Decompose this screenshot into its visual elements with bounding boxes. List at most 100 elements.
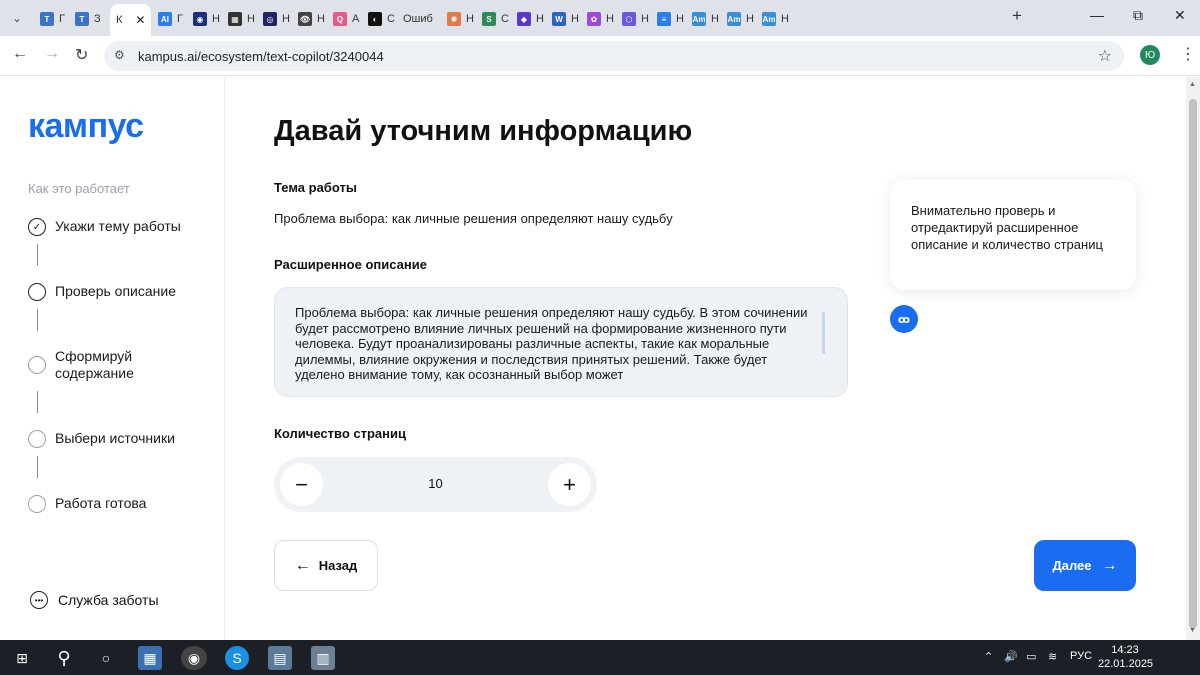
tab-favicon-icon: ◆ <box>517 12 531 26</box>
tab-label: С <box>501 13 509 25</box>
next-button[interactable]: Далее → <box>1034 540 1136 591</box>
step-connector <box>37 456 38 478</box>
tab-label: Г <box>177 13 183 25</box>
browser-tab[interactable]: ▦ Н <box>228 6 255 32</box>
tab-favicon-icon: ◐ <box>368 12 382 26</box>
step-sources: Выбери источники <box>28 430 175 448</box>
tab-label: Н <box>317 13 325 25</box>
tab-favicon-icon: S <box>482 12 496 26</box>
browser-tab[interactable]: ✺ Н <box>447 6 474 32</box>
url-text[interactable]: kampus.ai/ecosystem/text-copilot/3240044 <box>138 49 384 64</box>
step-label: Сформируй содержание <box>55 348 134 381</box>
hint-card: Внимательно проверь и отредактируй расши… <box>890 180 1136 290</box>
browser-tab-strip: ⌄ T Г T З К ✕ AI Г ◉ Н ▦ Н ◎ Н 👁 Н Q А ◐ С Ошиб ✺ Н S С ◆ Н W Н ✿ Н ⬡ Н ≡… <box>0 0 1200 36</box>
minimize-icon[interactable]: — <box>1090 7 1104 23</box>
back-label: Назад <box>318 558 358 573</box>
language-indicator[interactable]: РУС <box>1070 650 1092 662</box>
main-content: Давай уточним информацию Тема работы Про… <box>226 77 1186 640</box>
browser-tab[interactable]: Am Н <box>762 6 789 32</box>
description-text[interactable]: Проблема выбора: как личные решения опре… <box>295 305 815 383</box>
browser-tab[interactable]: ◉ Н <box>193 6 220 32</box>
browser-tab[interactable]: ◎ Н <box>263 6 290 32</box>
volume-icon[interactable]: 🔊 <box>1004 650 1018 663</box>
step-connector <box>37 244 38 266</box>
chat-bubble-icon: ••• <box>30 591 48 609</box>
decrement-button[interactable]: − <box>280 463 323 506</box>
browser-tab[interactable]: ⬡ Н <box>622 6 649 32</box>
textarea-scrollbar[interactable] <box>822 312 825 354</box>
support-link[interactable]: ••• Служба заботы <box>30 591 159 609</box>
scrollbar-thumb[interactable] <box>1189 99 1197 629</box>
step-connector <box>37 391 38 413</box>
current-step-circle-icon <box>28 283 46 301</box>
calculator-icon[interactable]: ▦ <box>138 646 162 670</box>
new-tab-button[interactable]: + <box>1012 6 1022 26</box>
battery-icon[interactable]: ▭ <box>1026 650 1036 663</box>
site-settings-icon[interactable]: ⚙ <box>114 48 125 62</box>
browser-tab[interactable]: QА <box>333 6 359 32</box>
page-scrollbar[interactable]: ▲ ▼ <box>1186 77 1200 640</box>
browser-tab[interactable]: Am Н <box>692 6 719 32</box>
app-icon[interactable]: ▥ <box>311 646 335 670</box>
browser-tab[interactable]: WН <box>552 6 579 32</box>
tab-close-icon[interactable]: ✕ <box>135 13 145 27</box>
restore-icon[interactable]: ⧉ <box>1133 7 1143 24</box>
topic-value: Проблема выбора: как личные решения опре… <box>274 211 673 226</box>
search-icon[interactable]: ⚲ <box>52 646 76 670</box>
chrome-icon[interactable]: ◉ <box>181 646 207 670</box>
tab-favicon-icon: ▦ <box>228 12 242 26</box>
kampus-logo[interactable]: кампус <box>28 107 144 146</box>
tab-favicon-icon: Am <box>762 12 776 26</box>
tab-label: Г <box>59 13 65 25</box>
tab-favicon-icon: T <box>75 12 89 26</box>
bookmark-star-icon[interactable]: ☆ <box>1098 46 1112 66</box>
browser-menu-icon[interactable]: ⋮ <box>1180 44 1196 64</box>
tab-label: Н <box>606 13 614 25</box>
browser-tab[interactable]: Ошиб <box>403 6 433 32</box>
assistant-avatar-icon[interactable]: ꝏ <box>890 305 918 333</box>
browser-tab[interactable]: TГ <box>40 6 65 32</box>
wifi-icon[interactable]: ≋ <box>1048 650 1057 663</box>
minus-icon: − <box>295 471 308 497</box>
reload-icon[interactable]: ↻ <box>75 45 88 65</box>
tab-label: К <box>116 14 123 26</box>
tab-favicon-icon: ≡ <box>657 12 671 26</box>
tab-favicon-icon: ✿ <box>587 12 601 26</box>
browser-tab[interactable]: TЗ <box>75 6 101 32</box>
browser-tab[interactable]: AI Г <box>158 6 183 32</box>
back-button[interactable]: ← Назад <box>274 540 378 591</box>
tab-favicon-icon: Am <box>727 12 741 26</box>
tab-search-chevron-icon[interactable]: ⌄ <box>6 7 28 29</box>
browser-tab[interactable]: ◐ С <box>368 6 395 32</box>
browser-toolbar: ← → ↻ ⚙ kampus.ai/ecosystem/text-copilot… <box>0 36 1200 76</box>
back-arrow-icon[interactable]: ← <box>12 45 28 63</box>
browser-tab[interactable]: ✿ Н <box>587 6 614 32</box>
tab-favicon-icon: ◎ <box>263 12 277 26</box>
browser-tab[interactable]: SС <box>482 6 509 32</box>
increment-button[interactable]: + <box>548 463 591 506</box>
how-it-works-label: Как это работает <box>28 181 130 196</box>
arrow-right-icon: → <box>1101 556 1118 574</box>
window-close-icon[interactable]: ✕ <box>1174 7 1186 24</box>
browser-tab[interactable]: ◆ Н <box>517 6 544 32</box>
address-bar[interactable]: ⚙ kampus.ai/ecosystem/text-copilot/32400… <box>104 41 1124 71</box>
browser-tab[interactable]: ≡ Н <box>657 6 684 32</box>
skype-icon[interactable]: S <box>225 646 249 670</box>
scroll-down-icon[interactable]: ▼ <box>1189 627 1196 634</box>
description-textarea[interactable]: Проблема выбора: как личные решения опре… <box>274 287 848 397</box>
task-view-icon[interactable]: ○ <box>94 646 118 670</box>
browser-tab[interactable]: К ✕ <box>110 4 152 36</box>
system-clock[interactable]: 14:23 22.01.2025 <box>1098 643 1153 671</box>
app-icon[interactable]: ▤ <box>268 646 292 670</box>
tab-label: А <box>352 13 360 25</box>
tab-favicon-icon: T <box>40 12 54 26</box>
windows-start-icon[interactable]: ⊞ <box>10 646 34 670</box>
browser-tab[interactable]: 👁 Н <box>298 6 325 32</box>
step-label: Укажи тему работы <box>55 218 181 234</box>
step-connector <box>37 309 38 331</box>
scroll-up-icon[interactable]: ▲ <box>1189 81 1196 88</box>
forward-arrow-icon[interactable]: → <box>44 45 60 63</box>
tray-chevron-icon[interactable]: ⌃ <box>984 650 993 663</box>
browser-tab[interactable]: Am Н <box>727 6 754 32</box>
profile-avatar[interactable]: Ю <box>1140 45 1160 65</box>
